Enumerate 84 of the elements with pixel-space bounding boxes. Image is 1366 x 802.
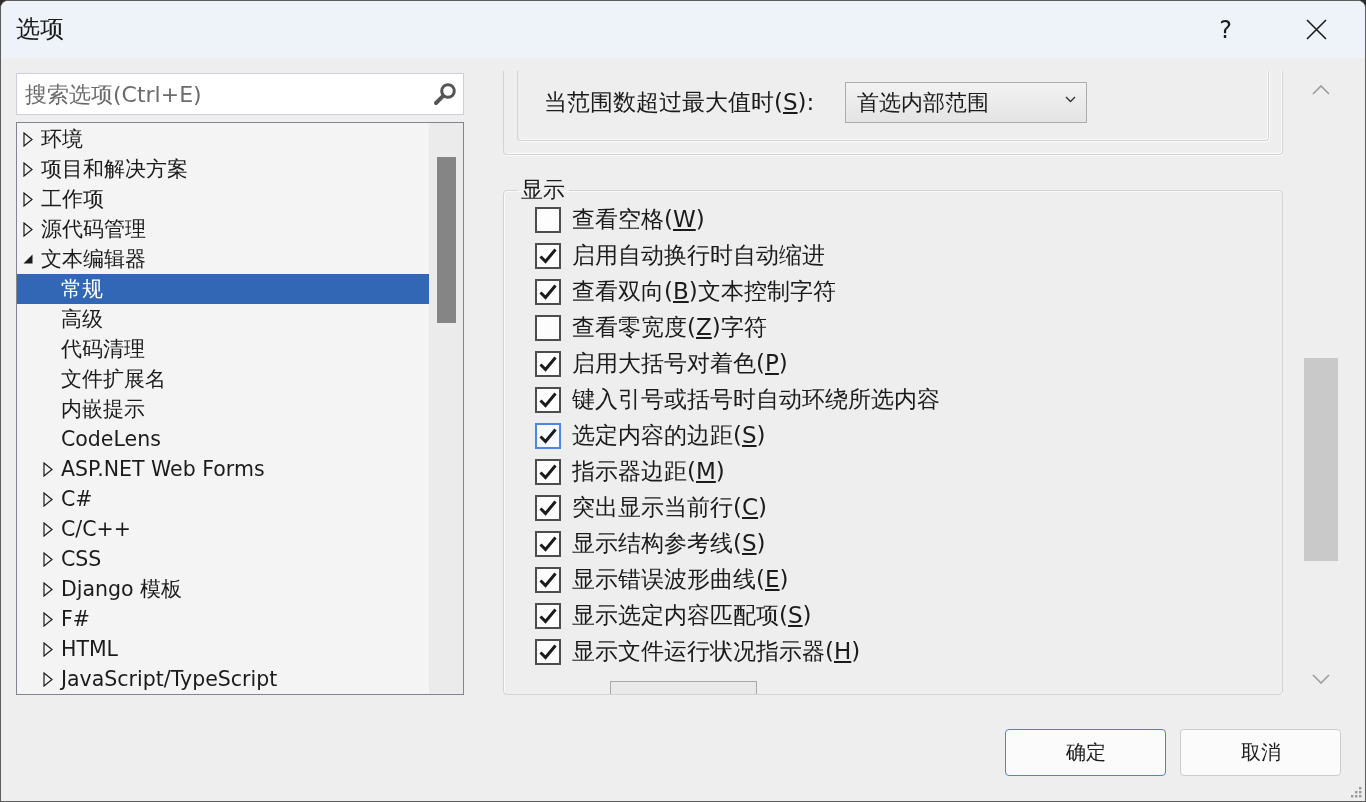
tree-item[interactable]: HTML (17, 634, 429, 664)
help-button[interactable]: ? (1180, 1, 1271, 58)
checkmark-icon (539, 572, 557, 588)
scrollbar-thumb[interactable] (1303, 358, 1338, 561)
triangle-right-icon[interactable] (23, 221, 33, 237)
field-label: 当范围数超过最大值时(S): (544, 88, 815, 117)
triangle-right-icon[interactable] (43, 551, 53, 567)
checkmark-icon (539, 608, 557, 624)
checkbox[interactable] (535, 315, 561, 341)
dropdown[interactable]: 首选内部范围 (845, 82, 1088, 123)
triangle-down-icon[interactable] (23, 254, 33, 264)
dialog-button[interactable]: 确定 (1005, 729, 1166, 776)
triangle-right-icon[interactable] (43, 461, 53, 477)
option-label: 显示文件运行状况指示器(H) (572, 638, 861, 666)
checkbox[interactable] (535, 279, 561, 305)
tree-item[interactable]: JavaScript/TypeScript (17, 664, 429, 694)
checkbox[interactable] (535, 603, 561, 629)
tree-item[interactable]: 文件扩展名 (17, 364, 429, 394)
checkbox[interactable] (535, 387, 561, 413)
window-title: 选项 (16, 15, 64, 44)
checkbox[interactable] (535, 423, 561, 449)
number-field[interactable] (610, 681, 757, 694)
option-label: 键入引号或括号时自动环绕所选内容 (572, 386, 940, 414)
checkbox[interactable] (535, 207, 561, 233)
tree-item[interactable]: CodeLens (17, 424, 429, 454)
option-label: 选定内容的边距(S) (572, 422, 766, 450)
triangle-right-icon[interactable] (43, 671, 53, 687)
triangle-right-icon[interactable] (23, 161, 33, 177)
checkmark-icon (539, 644, 557, 660)
tree-item[interactable]: 项目和解决方案 (17, 154, 429, 184)
option-label: 查看双向(B)文本控制字符 (572, 278, 836, 306)
option-label: 指示器边距(M) (572, 458, 725, 486)
triangle-right-icon[interactable] (43, 521, 53, 537)
checkbox[interactable] (535, 495, 561, 521)
option-label: 查看空格(W) (572, 206, 705, 234)
checkmark-icon (539, 464, 557, 480)
tree-item[interactable]: 高级 (17, 304, 429, 334)
tree-item[interactable]: 文本编辑器 (17, 244, 429, 274)
checkbox[interactable] (535, 531, 561, 557)
triangle-right-icon[interactable] (43, 581, 53, 597)
checkbox[interactable] (535, 639, 561, 665)
option-label: 突出显示当前行(C) (572, 494, 768, 522)
checkmark-icon (539, 536, 557, 552)
scrollbar-thumb[interactable] (437, 157, 456, 323)
checkmark-icon (539, 284, 557, 300)
checkbox[interactable] (535, 459, 561, 485)
tree-item[interactable]: Django 模板 (17, 574, 429, 604)
triangle-right-icon[interactable] (23, 191, 33, 207)
search-icon[interactable] (433, 82, 457, 106)
tree-item[interactable]: 工作项 (17, 184, 429, 214)
group-title: 显示 (520, 178, 566, 202)
checkmark-icon (539, 356, 557, 372)
option-label: 显示选定内容匹配项(S) (572, 602, 812, 630)
tree-item[interactable]: ASP.NET Web Forms (17, 454, 429, 484)
tree-item[interactable]: C/C++ (17, 514, 429, 544)
triangle-right-icon[interactable] (43, 611, 53, 627)
checkmark-icon (539, 500, 557, 516)
tree-item[interactable]: CSS (17, 544, 429, 574)
tree-item[interactable]: 环境 (17, 124, 429, 154)
dialog-button[interactable]: 取消 (1180, 729, 1341, 776)
option-label: 查看零宽度(Z)字符 (572, 314, 767, 342)
checkmark-icon (539, 248, 557, 264)
chevron-down-icon[interactable] (1065, 96, 1077, 103)
triangle-right-icon[interactable] (43, 491, 53, 507)
tree-item[interactable]: 代码清理 (17, 334, 429, 364)
checkmark-icon (539, 428, 557, 444)
option-label: 显示结构参考线(S) (572, 530, 766, 558)
option-label: 启用大括号对着色(P) (572, 350, 788, 378)
close-icon[interactable] (1306, 19, 1327, 40)
option-label: 启用自动换行时自动缩进 (572, 242, 825, 270)
resize-grip-icon[interactable] (1349, 785, 1362, 798)
checkmark-icon (539, 392, 557, 408)
triangle-right-icon[interactable] (23, 131, 33, 147)
tree-item[interactable]: F# (17, 604, 429, 634)
checkbox[interactable] (535, 351, 561, 377)
tree-item[interactable]: 内嵌提示 (17, 394, 429, 424)
checkbox[interactable] (535, 243, 561, 269)
option-label: 显示错误波形曲线(E) (572, 566, 789, 594)
triangle-right-icon[interactable] (43, 641, 53, 657)
tree-item[interactable]: 常规 (17, 274, 429, 304)
tree-item[interactable]: C# (17, 484, 429, 514)
search-field[interactable]: 搜索选项(Ctrl+E) (16, 73, 464, 115)
tree-item[interactable]: 源代码管理 (17, 214, 429, 244)
checkbox[interactable] (535, 567, 561, 593)
